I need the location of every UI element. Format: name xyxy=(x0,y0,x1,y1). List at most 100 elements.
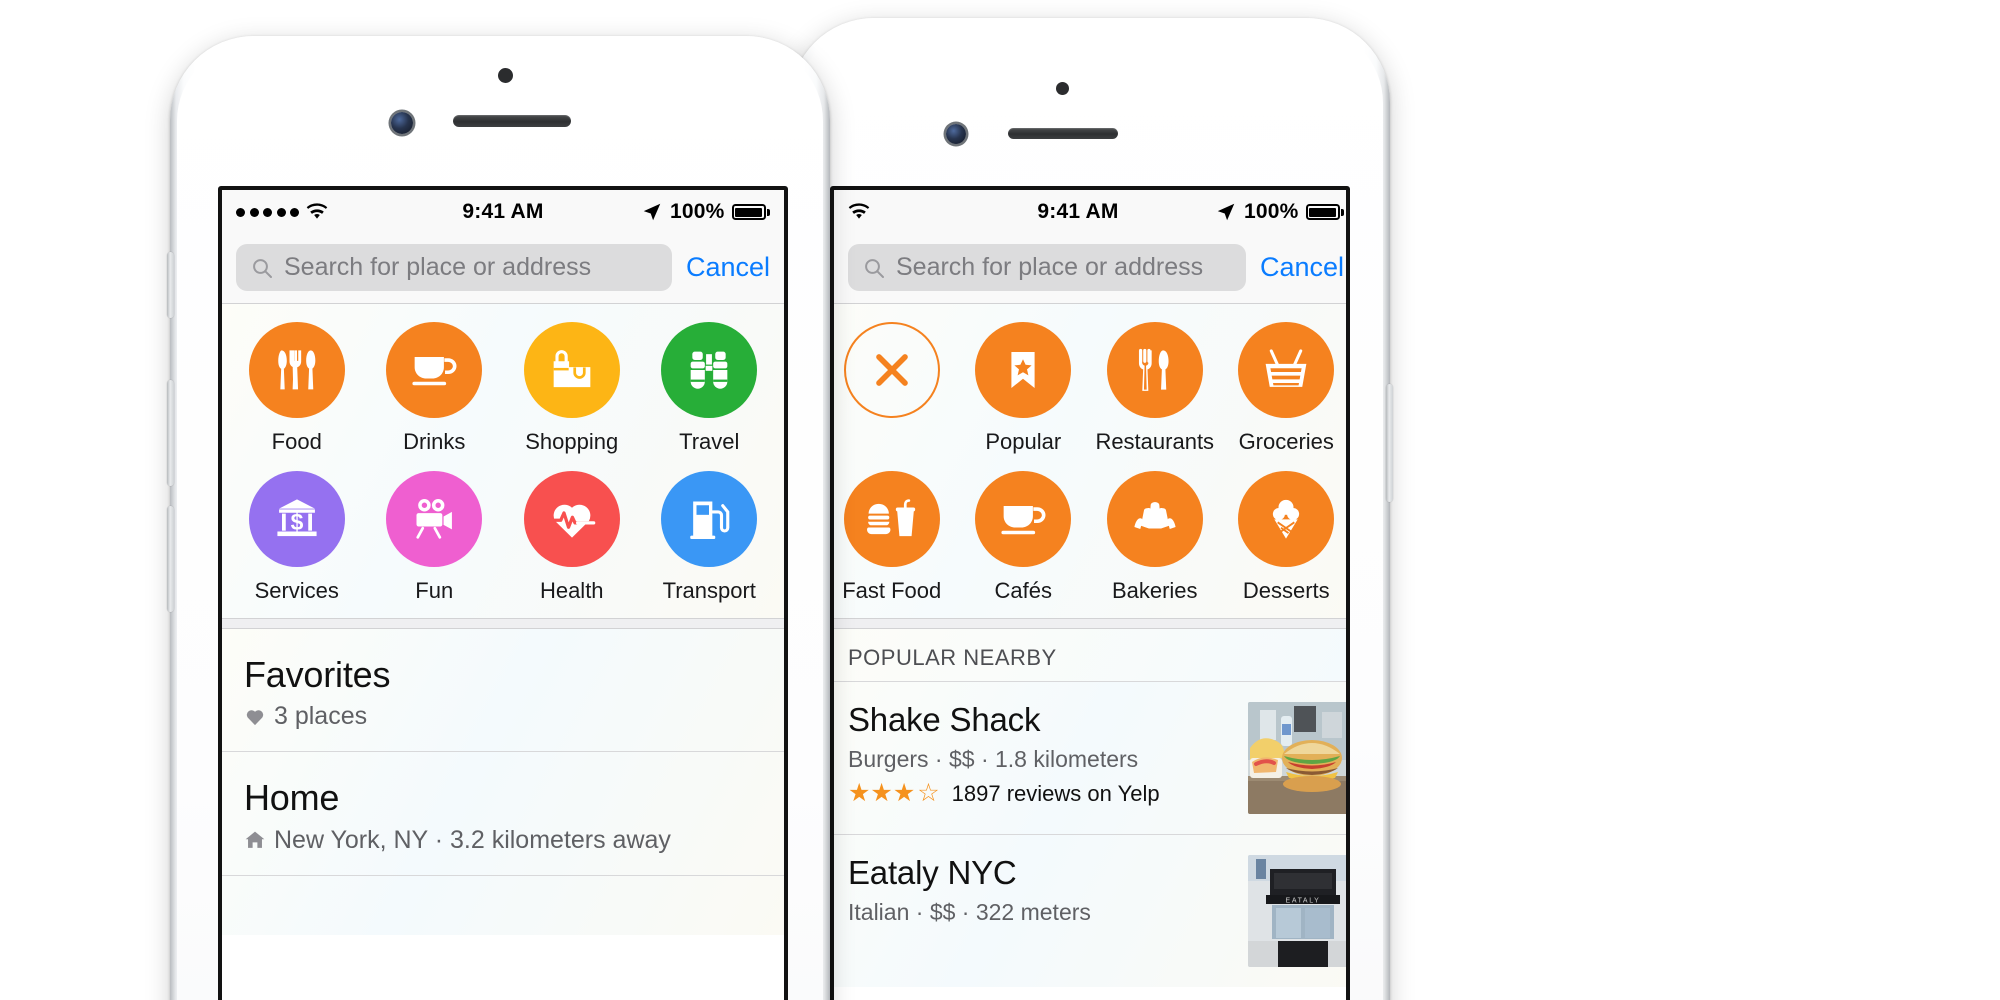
signal-dots-icon xyxy=(236,207,299,217)
list-item-subtitle: 3 places xyxy=(274,702,368,731)
binoculars-icon xyxy=(661,322,758,418)
category-label: Groceries xyxy=(1238,429,1334,454)
list-item-subtitle-row: New York, NY · 3.2 kilometers away xyxy=(244,826,764,855)
search-icon xyxy=(865,258,884,278)
category-groceries[interactable]: Groceries xyxy=(1221,322,1347,455)
home-icon xyxy=(245,831,265,849)
category-bakeries[interactable]: Bakeries xyxy=(1089,471,1221,604)
phone-right-screen: 9:41 AM 100% Search for place or address… xyxy=(830,186,1350,1000)
proximity-sensor-icon xyxy=(498,68,513,83)
list-item[interactable]: Favorites 3 places xyxy=(222,629,784,751)
place-thumbnail: EATALY xyxy=(1248,855,1346,967)
star-rating-icon: ★★★ ☆ xyxy=(848,779,940,808)
category-label: Health xyxy=(539,578,604,603)
bank-dollar-icon: $ xyxy=(248,471,345,567)
category-grid-left: Food Drinks Shopping Travel $ Services F… xyxy=(222,304,784,618)
place-row[interactable]: Shake Shack Burgers · $$ · 1.8 kilometer… xyxy=(834,682,1346,834)
category-cafes[interactable]: Cafés xyxy=(958,471,1090,604)
status-right-right: 100% xyxy=(1215,200,1344,224)
movie-camera-icon xyxy=(386,471,483,567)
volume-down-button[interactable] xyxy=(167,506,174,612)
list-item[interactable]: Home New York, NY · 3.2 kilometers away xyxy=(222,751,784,874)
power-button[interactable] xyxy=(1386,384,1393,502)
category-restaurants[interactable]: Restaurants xyxy=(1089,322,1221,455)
silent-switch[interactable] xyxy=(167,252,174,318)
front-camera-icon xyxy=(391,112,413,134)
cancel-button-left[interactable]: Cancel xyxy=(686,252,770,283)
category-transport[interactable]: Transport xyxy=(641,471,779,604)
category-label: Cafés xyxy=(994,578,1052,603)
cutlery-icon xyxy=(248,322,345,418)
fuel-pump-icon xyxy=(661,471,758,567)
phone-left: 9:41 AM 100% Search for place or address… xyxy=(167,36,830,1000)
search-bar-right: Search for place or address Cancel xyxy=(834,234,1346,304)
screenshot-stage: 9:41 AM 100% Search for place or address… xyxy=(0,0,2000,1000)
svg-text:EATALY: EATALY xyxy=(1286,898,1321,905)
list-item-info: Home New York, NY · 3.2 kilometers away xyxy=(244,777,764,855)
cancel-button-right[interactable]: Cancel xyxy=(1260,252,1344,283)
bookmark-star-icon xyxy=(975,322,1072,418)
popular-nearby-header: POPULAR NEARBY xyxy=(834,629,1346,682)
status-left-left xyxy=(236,201,328,223)
location-arrow-icon xyxy=(643,203,661,221)
croissant-icon xyxy=(1106,471,1203,567)
category-label: Services xyxy=(254,578,339,603)
category-drinks[interactable]: Drinks xyxy=(366,322,504,455)
earpiece-speaker-icon xyxy=(453,115,571,127)
battery-full-icon xyxy=(1305,204,1344,220)
location-arrow-icon xyxy=(1217,203,1235,221)
search-icon xyxy=(253,258,272,278)
category-services[interactable]: $ Services xyxy=(228,471,366,604)
list-item-subtitle: New York, NY · 3.2 kilometers away xyxy=(274,825,671,854)
battery-percent-left: 100% xyxy=(669,200,725,223)
list-item-subtitle-row: 3 places xyxy=(244,702,764,731)
category-travel[interactable]: Travel xyxy=(641,322,779,455)
earpiece-speaker-icon xyxy=(1008,128,1118,139)
category-fast-food[interactable]: Fast Food xyxy=(834,471,958,604)
section-divider xyxy=(834,618,1346,629)
category-food[interactable]: Food xyxy=(228,322,366,455)
battery-percent-right: 100% xyxy=(1243,200,1299,223)
place-name: Eataly NYC xyxy=(848,854,1017,891)
category-label: Transport xyxy=(662,578,756,603)
category-popular[interactable]: Popular xyxy=(958,322,1090,455)
section-divider xyxy=(222,618,784,629)
list-item-title: Favorites xyxy=(244,654,391,695)
coffee-cup-icon xyxy=(386,322,483,418)
search-placeholder-right: Search for place or address xyxy=(896,253,1204,281)
search-input-right[interactable]: Search for place or address xyxy=(848,244,1246,291)
status-right-left: 100% xyxy=(641,200,770,224)
place-info: Eataly NYC Italian · $$ · 322 meters xyxy=(848,854,1238,926)
category-close[interactable] xyxy=(834,322,958,455)
category-fun[interactable]: Fun xyxy=(366,471,504,604)
place-details: Burgers · $$ · 1.8 kilometers xyxy=(848,745,1139,772)
category-label: Fast Food xyxy=(842,578,942,603)
search-bar-left: Search for place or address Cancel xyxy=(222,234,784,304)
volume-up-button[interactable] xyxy=(167,380,174,486)
status-bar-left: 9:41 AM 100% xyxy=(222,190,784,234)
place-name: Shake Shack xyxy=(848,701,1041,738)
place-reviews: 1897 reviews on Yelp xyxy=(951,780,1160,806)
category-label: Shopping xyxy=(525,429,619,454)
category-label: Food xyxy=(271,429,322,454)
list-item[interactable] xyxy=(222,874,784,935)
search-input-left[interactable]: Search for place or address xyxy=(236,244,672,291)
category-label: Drinks xyxy=(403,429,466,454)
burger-drink-icon xyxy=(843,471,940,567)
front-camera-icon xyxy=(946,124,966,144)
coffee-cup-icon xyxy=(975,471,1072,567)
places-list: Shake Shack Burgers · $$ · 1.8 kilometer… xyxy=(834,682,1346,987)
list-item-title: Home xyxy=(244,777,340,819)
svg-text:$: $ xyxy=(290,509,303,535)
category-shopping[interactable]: Shopping xyxy=(503,322,641,455)
category-health[interactable]: Health xyxy=(503,471,641,604)
fork-knife-icon xyxy=(1106,322,1203,418)
heart-pulse-icon xyxy=(523,471,620,567)
place-details: Italian · $$ · 322 meters xyxy=(848,898,1091,925)
place-row[interactable]: Eataly NYC Italian · $$ · 322 meters EAT… xyxy=(834,834,1346,987)
search-placeholder-left: Search for place or address xyxy=(284,253,592,281)
category-desserts[interactable]: Desserts xyxy=(1221,471,1347,604)
place-info: Shake Shack Burgers · $$ · 1.8 kilometer… xyxy=(848,701,1238,808)
proximity-sensor-icon xyxy=(1056,82,1069,95)
list-item-info: Favorites 3 places xyxy=(244,654,764,731)
